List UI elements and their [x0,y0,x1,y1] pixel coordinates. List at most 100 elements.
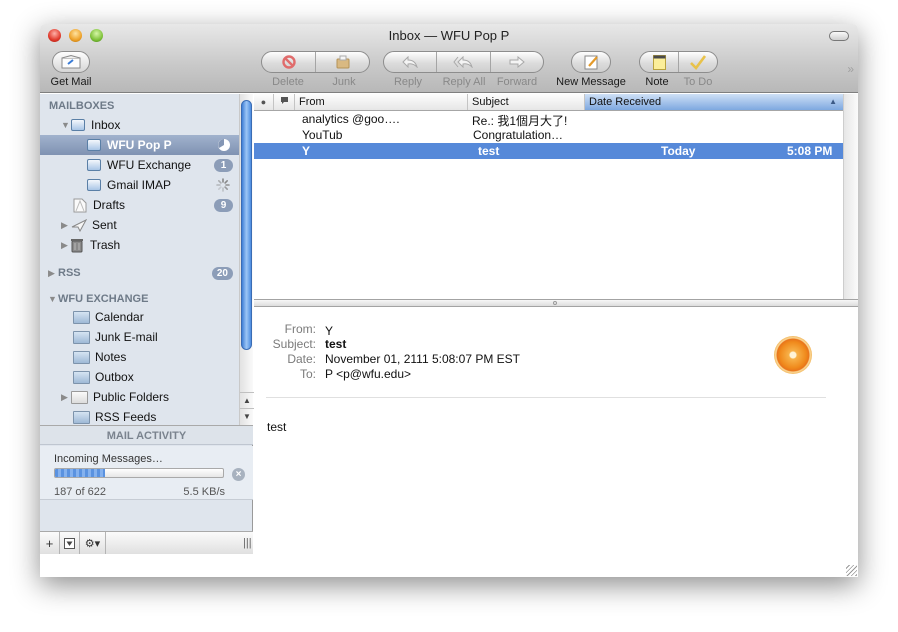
sidebar-section-wfu-exchange[interactable]: ▼ WFU EXCHANGE [40,289,239,309]
sidebar-item-trash[interactable]: ▶ Trash [40,235,239,255]
sidebar-item-wfu-exchange[interactable]: WFU Exchange 1 [40,155,239,175]
message-from: analytics @goo…. [302,112,400,126]
column-date-received[interactable]: Date Received ▲ [585,94,844,110]
sidebar-scrollbar[interactable]: ▲ ▼ [239,94,254,425]
stop-activity-icon[interactable]: × [232,468,245,481]
sent-plane-icon [71,218,87,232]
activity-count: 187 of 622 [54,486,106,498]
column-from[interactable]: From [295,94,468,110]
message-from: YouTub [302,128,343,142]
from-label: From: [284,322,316,336]
scroll-down-arrow-icon[interactable]: ▼ [240,408,254,423]
reply-group [383,51,544,73]
disclosure-open-icon[interactable]: ▼ [48,294,58,304]
get-mail-label[interactable]: Get Mail [49,76,93,88]
message-list-scrollbar[interactable] [843,94,858,299]
message-list: ● From Subject Date Received ▲ analytics… [254,94,858,299]
message-rows: analytics @goo…. Re.: 我1個月大了! YouTub Con… [254,111,844,159]
sidebar-resize-grip[interactable]: ||| [243,532,252,554]
sidebar-item-wfu-pop[interactable]: WFU Pop P [40,135,239,155]
junk-label: Junk [332,76,356,88]
action-gear-menu-button[interactable]: ⚙▾ [80,532,106,554]
gear-icon: ⚙▾ [84,537,101,550]
message-preview: From: Y Subject: test Date: November 01,… [254,308,858,577]
sidebar-footer: + ⚙▾ ||| [40,531,253,554]
forward-button[interactable] [491,52,543,72]
splitter-grip-icon [553,301,557,305]
message-row[interactable]: analytics @goo…. Re.: 我1個月大了! [254,111,844,128]
envelope-icon [61,55,81,69]
sidebar-item-notes[interactable]: Notes [40,347,239,367]
message-row-selected[interactable]: Y test Today 5:08 PM [254,143,844,159]
column-subject[interactable]: Subject [468,94,585,110]
sidebar-scroll-thumb[interactable] [241,100,252,350]
date-label: Date: [287,352,316,366]
new-message-label[interactable]: New Message [553,76,629,88]
disclosure-closed-icon[interactable]: ▶ [61,392,71,403]
sync-progress-pie-icon [218,139,230,151]
message-subject: Congratulation… [473,128,564,142]
sidebar-item-public-folders[interactable]: ▶ Public Folders [40,387,239,407]
sender-orange-avatar [774,336,812,374]
sidebar-section-rss[interactable]: ▶ RSS 20 [40,263,239,283]
show-activity-button[interactable] [60,532,80,554]
forward-label: Forward [496,76,538,88]
scroll-up-arrow-icon[interactable]: ▲ [240,392,254,407]
mailboxes-header: MAILBOXES [49,100,115,112]
pane-splitter[interactable] [254,299,858,307]
activity-rate: 5.5 KB/s [183,486,225,498]
to-label: To: [299,367,316,381]
column-replied-status[interactable] [274,94,295,110]
note-todo-group [639,51,718,73]
junk-button[interactable] [316,52,369,72]
message-time: 5:08 PM [787,144,833,158]
disclosure-closed-icon[interactable]: ▶ [61,240,71,251]
sidebar-item-label: RSS Feeds [95,410,157,424]
reply-arrow-icon [402,56,418,68]
toolbar-overflow-chevron-icon[interactable]: » [847,62,854,76]
inbox-tray-icon [87,159,101,171]
sidebar-item-label: Public Folders [93,390,170,404]
disclosure-closed-icon[interactable]: ▶ [61,220,71,231]
todo-button[interactable] [679,52,717,72]
delete-button[interactable] [262,52,316,72]
sidebar-item-label: Drafts [93,198,126,212]
mailbox-list: MAILBOXES ▼ Inbox WFU Pop P WFU Exchange… [40,94,239,425]
from-value[interactable]: Y [325,324,333,338]
compose-icon [584,55,598,69]
new-message-seg [572,52,610,72]
sidebar-item-inbox[interactable]: ▼ Inbox [40,115,239,135]
sidebar-item-calendar[interactable]: Calendar [40,307,239,327]
new-message-button[interactable] [571,51,611,73]
folder-icon [73,350,90,364]
message-row[interactable]: YouTub Congratulation… [254,127,844,143]
junk-bag-icon [336,55,349,69]
folder-icon [73,410,90,424]
to-value[interactable]: P <p@wfu.edu> [325,367,411,381]
column-read-status[interactable]: ● [254,94,274,110]
toolbar: Inbox — WFU Pop P Get Mail Delete Junk R… [40,24,858,93]
forward-arrow-icon [509,56,525,68]
reply-button[interactable] [384,52,438,72]
sidebar-item-sent[interactable]: ▶ Sent [40,215,239,235]
add-mailbox-button[interactable]: + [40,532,60,554]
disclosure-open-icon[interactable]: ▼ [61,120,71,130]
activity-progress-bar [54,468,224,478]
toolbar-toggle-button[interactable] [829,31,849,41]
mail-activity-panel: Incoming Messages… × 187 of 622 5.5 KB/s [40,446,253,500]
todo-label: To Do [683,76,713,88]
disclosure-closed-icon[interactable]: ▶ [48,268,58,279]
window-resize-grip[interactable] [846,565,857,576]
sidebar-item-junk-email[interactable]: Junk E-mail [40,327,239,347]
sidebar-item-outbox[interactable]: Outbox [40,367,239,387]
inbox-tray-icon [71,119,85,131]
note-label: Note [645,76,669,88]
note-button[interactable] [640,52,679,72]
drafts-page-icon [73,198,87,212]
sidebar-item-rss-feeds[interactable]: RSS Feeds [40,407,239,425]
sidebar-item-drafts[interactable]: Drafts 9 [40,195,239,215]
sidebar-item-gmail-imap[interactable]: Gmail IMAP [40,175,239,195]
reply-all-button[interactable] [437,52,491,72]
reply-all-label: Reply All [442,76,486,88]
get-mail-button[interactable] [52,51,90,73]
